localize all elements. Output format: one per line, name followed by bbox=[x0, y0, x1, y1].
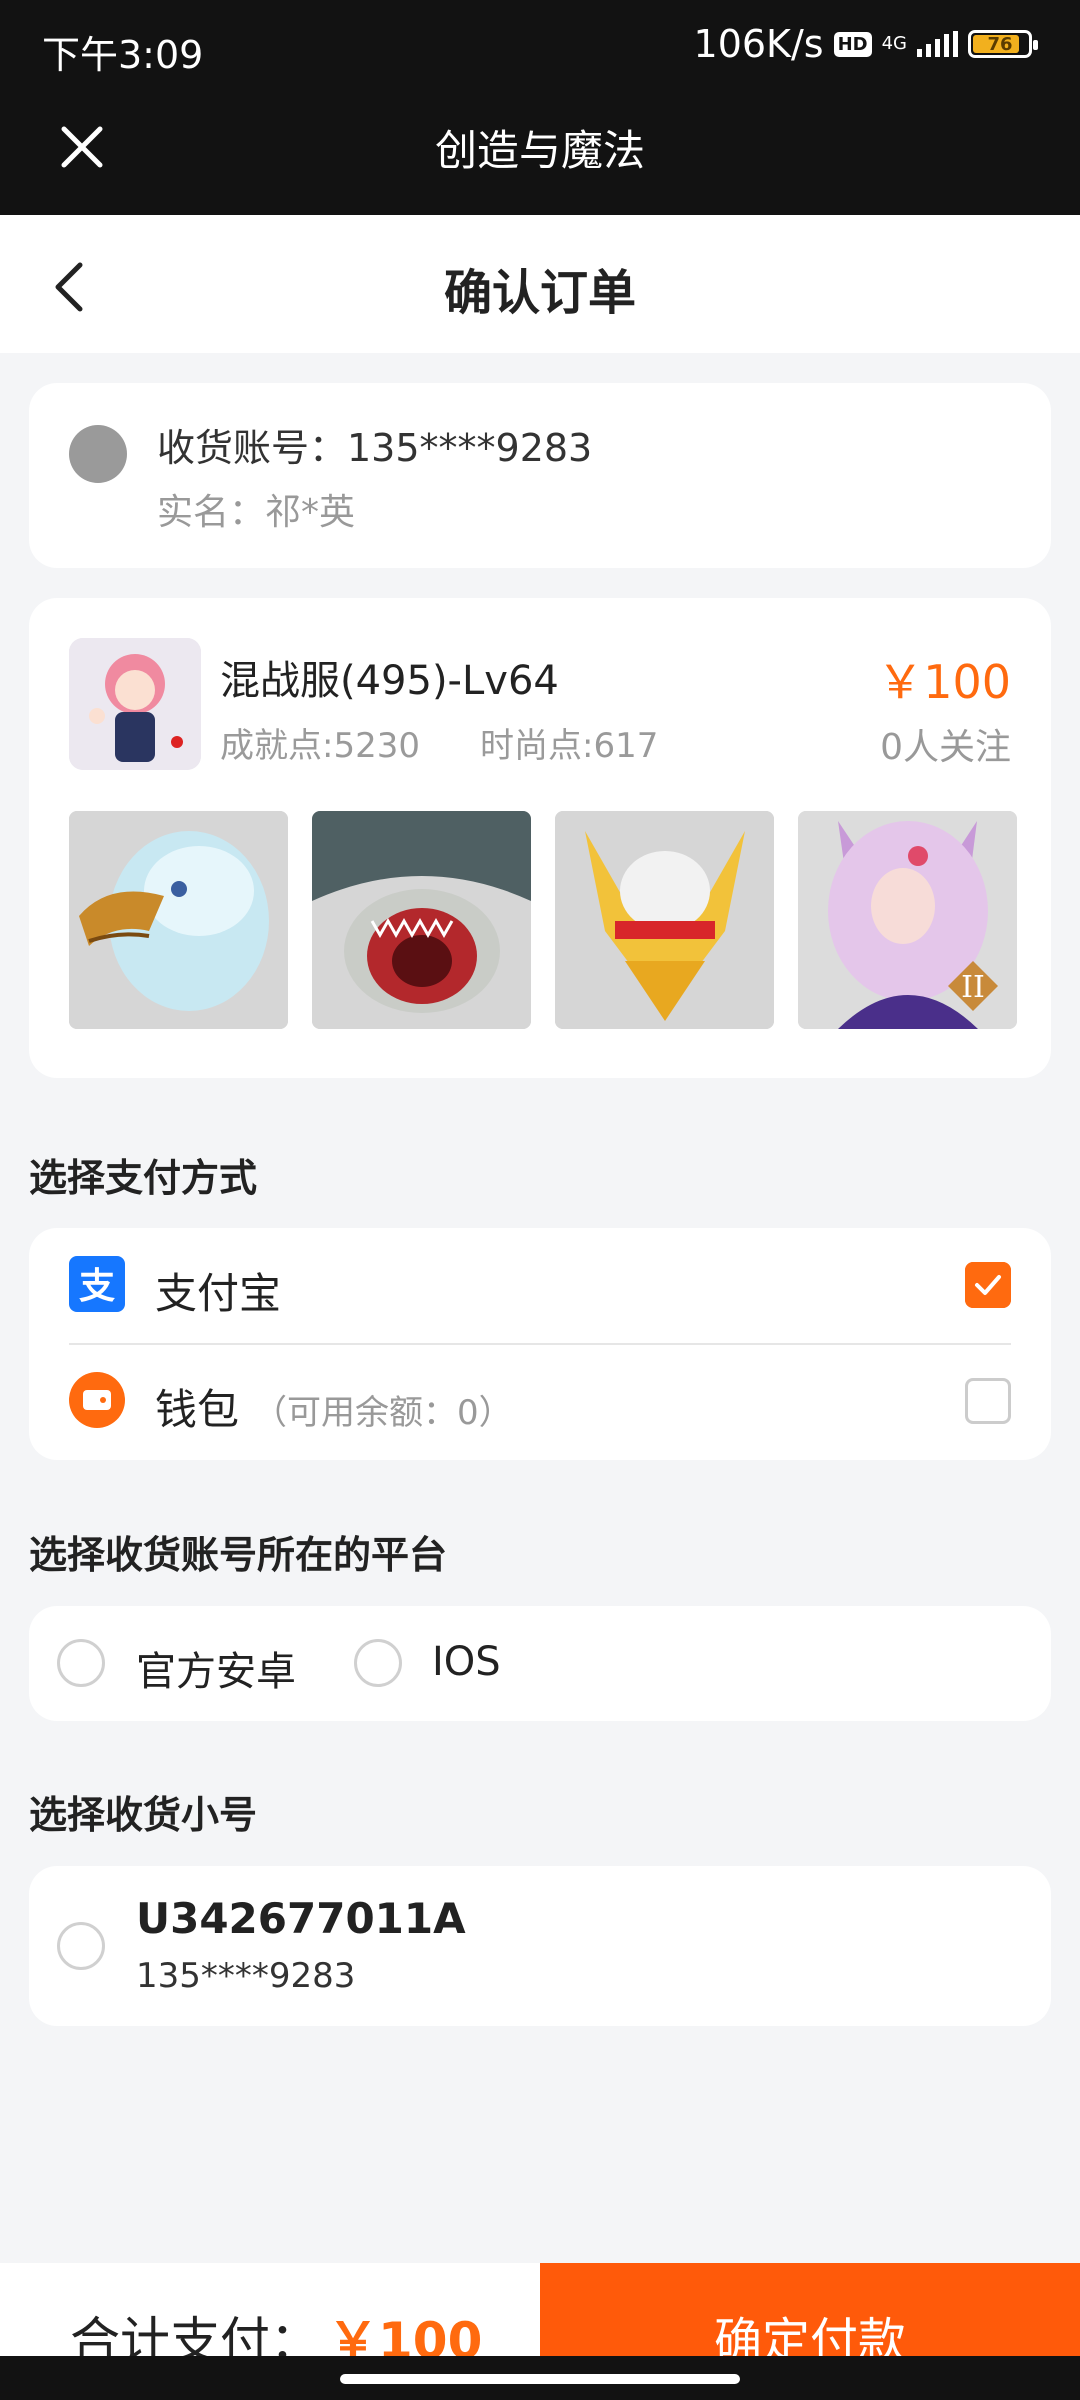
page-title: 确认订单 bbox=[443, 265, 636, 321]
product-price: ￥100 bbox=[877, 655, 1011, 709]
sub-account-card[interactable]: U342677011A 135****9283 bbox=[29, 1866, 1051, 2026]
sub-account-uid: U342677011A bbox=[136, 1894, 466, 1943]
thumbnail-golden-armor[interactable] bbox=[555, 811, 774, 1029]
status-right: 106K/s HD 4G 76 bbox=[693, 22, 1038, 66]
thumbnail-fox-spirit[interactable]: II bbox=[798, 811, 1017, 1029]
product-thumbnails: II bbox=[69, 811, 1017, 1029]
character-avatar bbox=[69, 638, 201, 770]
product-name: 混战服(495)-Lv64 bbox=[220, 658, 559, 704]
payment-option-alipay[interactable]: 支 支付宝 bbox=[29, 1228, 1051, 1344]
wallet-checkbox[interactable] bbox=[965, 1378, 1011, 1424]
wallet-balance: （可用余额：0） bbox=[253, 1393, 513, 1433]
thumbnail-shark[interactable] bbox=[312, 811, 531, 1029]
payment-option-wallet[interactable]: 钱包 （可用余额：0） bbox=[29, 1344, 1051, 1460]
payment-section-title: 选择支付方式 bbox=[29, 1156, 258, 1200]
sub-account-section-title: 选择收货小号 bbox=[29, 1793, 258, 1837]
payment-method-card: 支 支付宝 钱包 （可用余额：0） bbox=[29, 1228, 1051, 1460]
home-indicator[interactable] bbox=[340, 2374, 740, 2384]
status-time: 下午3:09 bbox=[42, 33, 204, 77]
platform-android-label[interactable]: 官方安卓 bbox=[136, 1639, 296, 1697]
thumbnail-eagle[interactable] bbox=[69, 811, 288, 1029]
signal-icon bbox=[917, 31, 958, 57]
wallet-icon bbox=[69, 1372, 125, 1428]
radio-android[interactable] bbox=[57, 1639, 105, 1687]
receiving-account-card: 收货账号：135****9283 实名：祁*英 bbox=[29, 383, 1051, 568]
wallet-label: 钱包 （可用余额：0） bbox=[155, 1376, 513, 1437]
hd-badge: HD bbox=[833, 31, 872, 57]
alipay-checkbox[interactable] bbox=[965, 1262, 1011, 1308]
fashion-points: 时尚点:617 bbox=[479, 726, 659, 766]
battery-level: 76 bbox=[987, 33, 1013, 55]
svg-text:支: 支 bbox=[79, 1266, 115, 1307]
radio-sub-account[interactable] bbox=[57, 1922, 105, 1970]
network-indicator: 4G bbox=[881, 33, 907, 54]
achievement-points: 成就点:5230 bbox=[220, 726, 420, 766]
svg-text:II: II bbox=[961, 970, 985, 1005]
wallet-text: 钱包 bbox=[155, 1385, 240, 1434]
real-name-label: 实名：祁*英 bbox=[157, 492, 356, 533]
platform-section-title: 选择收货账号所在的平台 bbox=[29, 1533, 448, 1577]
followers-count: 0人关注 bbox=[880, 727, 1011, 768]
alipay-icon: 支 bbox=[69, 1256, 125, 1312]
alipay-label: 支付宝 bbox=[155, 1269, 282, 1318]
platform-card: 官方安卓 IOS bbox=[29, 1606, 1051, 1721]
platform-ios-label[interactable]: IOS bbox=[432, 1639, 501, 1685]
product-stats: 成就点:5230 时尚点:617 bbox=[220, 718, 658, 767]
net-speed: 106K/s bbox=[693, 22, 824, 66]
app-title: 创造与魔法 bbox=[434, 126, 645, 175]
product-card[interactable]: 混战服(495)-Lv64 成就点:5230 时尚点:617 ￥100 0人关注 bbox=[29, 598, 1051, 1078]
network-type: 4G bbox=[881, 33, 907, 54]
app-bar: 创造与魔法 bbox=[0, 95, 1080, 215]
sub-account-phone: 135****9283 bbox=[136, 1956, 356, 1996]
account-avatar-dot bbox=[69, 425, 127, 483]
gesture-bar bbox=[0, 2356, 1080, 2400]
nav-bar: 确认订单 bbox=[0, 215, 1080, 353]
receiving-account-label: 收货账号：135****9283 bbox=[157, 426, 593, 470]
radio-ios[interactable] bbox=[354, 1639, 402, 1687]
status-bar: 下午3:09 106K/s HD 4G 76 bbox=[0, 0, 1080, 95]
battery-icon: 76 bbox=[968, 30, 1038, 58]
